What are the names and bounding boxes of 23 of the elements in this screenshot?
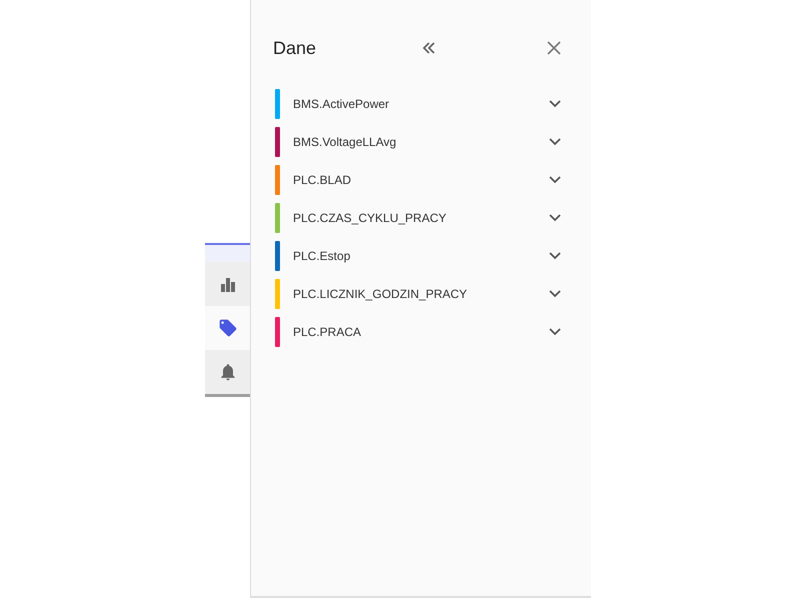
series-name: PLC.Estop (293, 249, 352, 263)
panel-title: Dane (273, 38, 318, 58)
side-tab[interactable] (205, 262, 250, 306)
tab-strip-footer (205, 394, 250, 397)
tag-icon (218, 318, 238, 338)
series-name: PLC.LICZNIK_GODZIN_PRACY (293, 287, 468, 301)
side-tab[interactable] (205, 350, 250, 394)
series-name: BMS.VoltageLLAvg (293, 135, 398, 149)
chevron-icon[interactable] (549, 252, 561, 260)
series-name: BMS.ActivePower (293, 97, 390, 111)
chevron-icon[interactable] (549, 176, 561, 184)
chevron-icon[interactable] (549, 100, 561, 108)
series-name: PLC.CZAS_CYKLU_PRACY (293, 211, 448, 225)
series-name: PLC.BLAD (293, 173, 352, 187)
chevron-icon[interactable] (549, 214, 561, 222)
collapse-button[interactable] (421, 41, 437, 55)
bar-chart-icon (220, 276, 236, 292)
chevron-icon[interactable] (549, 138, 561, 146)
series-name: PLC.PRACA (293, 325, 362, 339)
close-button[interactable] (547, 41, 561, 55)
side-tab[interactable] (205, 306, 250, 350)
chevron-icon[interactable] (549, 290, 561, 298)
chevron-icon[interactable] (549, 328, 561, 336)
